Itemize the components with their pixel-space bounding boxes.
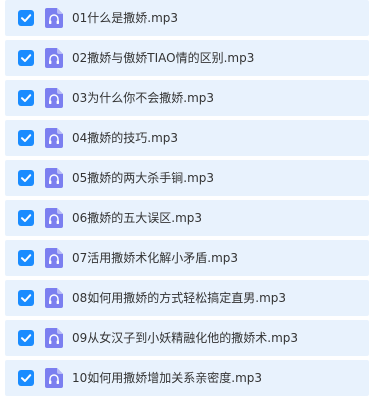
checkmark-icon	[21, 54, 32, 62]
file-name: 09从女汉子到小妖精融化他的撒娇术.mp3	[72, 331, 299, 345]
audio-file-icon	[45, 48, 63, 68]
audio-file-icon	[45, 8, 63, 28]
checkmark-icon	[21, 94, 32, 102]
audio-file-icon	[45, 128, 63, 148]
file-row[interactable]: 06撒娇的五大误区.mp3	[5, 200, 369, 236]
checkbox-checked[interactable]	[18, 10, 34, 26]
audio-file-icon	[45, 328, 63, 348]
file-name: 03为什么你不会撒娇.mp3	[72, 91, 215, 105]
checkmark-icon	[21, 294, 32, 302]
file-row[interactable]: 10如何用撒娇增加关系亲密度.mp3	[5, 360, 369, 396]
checkbox-checked[interactable]	[18, 250, 34, 266]
file-row[interactable]: 04撒娇的技巧.mp3	[5, 120, 369, 156]
audio-file-icon	[45, 368, 63, 388]
checkbox-checked[interactable]	[18, 290, 34, 306]
file-name: 01什么是撒娇.mp3	[72, 11, 179, 25]
checkmark-icon	[21, 254, 32, 262]
checkmark-icon	[21, 334, 32, 342]
file-row[interactable]: 09从女汉子到小妖精融化他的撒娇术.mp3	[5, 320, 369, 356]
file-row[interactable]: 07活用撒娇术化解小矛盾.mp3	[5, 240, 369, 276]
audio-file-icon	[45, 88, 63, 108]
checkbox-checked[interactable]	[18, 370, 34, 386]
file-row[interactable]: 05撒娇的两大杀手锏.mp3	[5, 160, 369, 196]
checkmark-icon	[21, 214, 32, 222]
file-name: 04撒娇的技巧.mp3	[72, 131, 179, 145]
audio-file-icon	[45, 288, 63, 308]
checkmark-icon	[21, 14, 32, 22]
checkbox-checked[interactable]	[18, 90, 34, 106]
file-name: 05撒娇的两大杀手锏.mp3	[72, 171, 215, 185]
file-name: 10如何用撒娇增加关系亲密度.mp3	[72, 371, 263, 385]
checkbox-checked[interactable]	[18, 50, 34, 66]
checkbox-checked[interactable]	[18, 330, 34, 346]
file-row[interactable]: 03为什么你不会撒娇.mp3	[5, 80, 369, 116]
file-name: 06撒娇的五大误区.mp3	[72, 211, 203, 225]
checkmark-icon	[21, 374, 32, 382]
file-row[interactable]: 02撒娇与傲娇TIAO情的区别.mp3	[5, 40, 369, 76]
file-name: 02撒娇与傲娇TIAO情的区别.mp3	[72, 51, 255, 65]
file-name: 08如何用撒娇的方式轻松搞定直男.mp3	[72, 291, 287, 305]
checkbox-checked[interactable]	[18, 210, 34, 226]
audio-file-icon	[45, 168, 63, 188]
audio-file-icon	[45, 208, 63, 228]
checkmark-icon	[21, 134, 32, 142]
file-list: 01什么是撒娇.mp3 02撒娇与傲娇TIAO情的区别.mp3 03为什么你不会…	[0, 0, 372, 396]
audio-file-icon	[45, 248, 63, 268]
checkbox-checked[interactable]	[18, 130, 34, 146]
file-row[interactable]: 01什么是撒娇.mp3	[5, 0, 369, 36]
file-row[interactable]: 08如何用撒娇的方式轻松搞定直男.mp3	[5, 280, 369, 316]
checkbox-checked[interactable]	[18, 170, 34, 186]
checkmark-icon	[21, 174, 32, 182]
file-name: 07活用撒娇术化解小矛盾.mp3	[72, 251, 239, 265]
